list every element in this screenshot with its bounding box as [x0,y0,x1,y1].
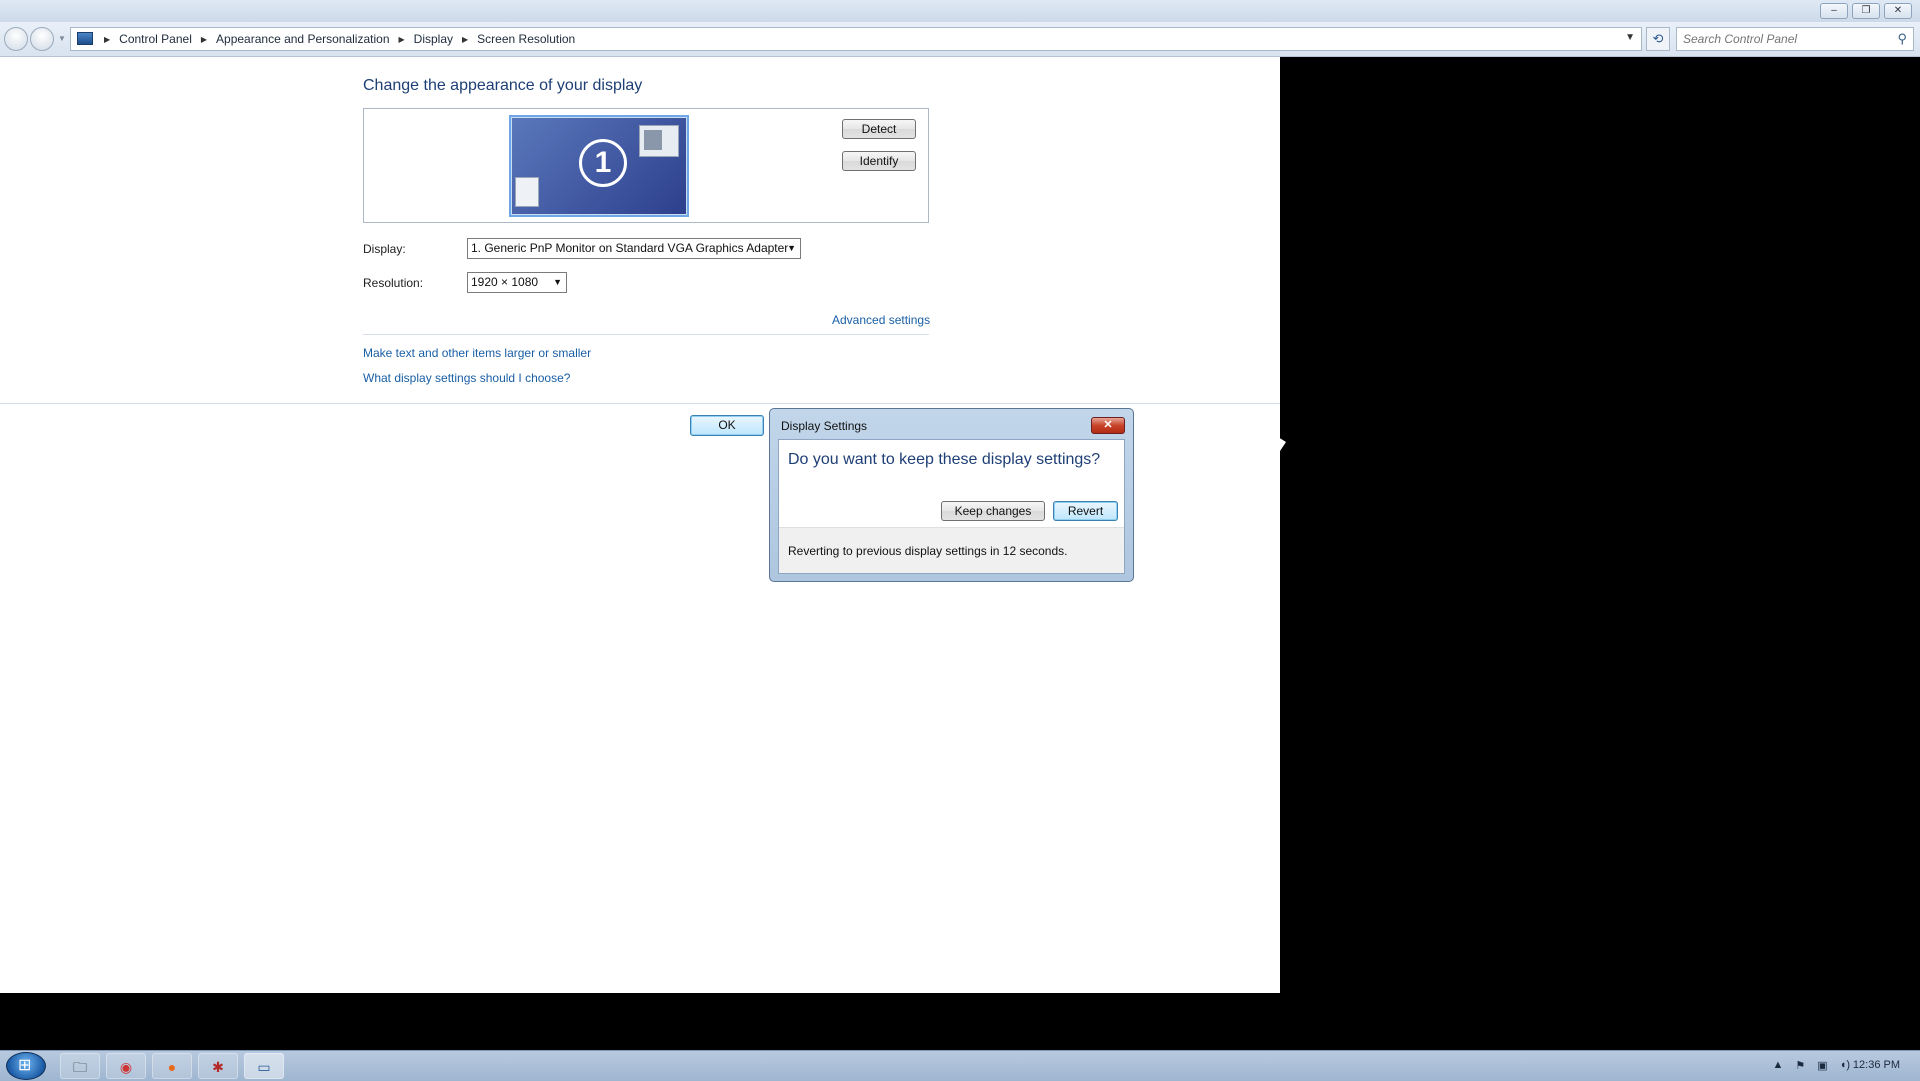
chevron-down-icon: ▼ [787,243,796,253]
display-select-value: 1. Generic PnP Monitor on Standard VGA G… [471,241,789,255]
breadcrumb-control-panel[interactable]: Control Panel [119,32,192,46]
resolution-select-value: 1920 × 1080 [471,275,539,289]
clock[interactable]: 12:36 PM [1853,1059,1900,1071]
breadcrumb-screen-resolution[interactable]: Screen Resolution [477,32,575,46]
forward-button[interactable] [30,27,54,51]
revert-countdown-text: Reverting to previous display settings i… [788,544,1068,558]
taskbar-app-icon[interactable]: ✱ [198,1053,238,1079]
breadcrumb[interactable]: ▶ Control Panel ▶ Appearance and Persona… [70,27,1642,51]
recent-pages-dropdown-icon[interactable]: ▼ [58,34,66,43]
breadcrumb-separator-icon[interactable]: ▶ [201,35,207,44]
taskbar: 🗀 ◉ ● ✱ ▭ ▲ ⚑ ▣ ◖) 12:36 PM [0,1050,1920,1081]
display-settings-dialog: Display Settings ✕ Do you want to keep t… [769,408,1134,582]
keep-changes-button[interactable]: Keep changes [941,501,1045,521]
minimize-button[interactable]: – [1820,3,1848,19]
mouse-cursor-icon [1278,437,1286,454]
dialog-question: Do you want to keep these display settin… [788,451,1101,468]
chevron-down-icon: ▼ [553,277,562,287]
refresh-button[interactable]: ⟲ [1646,27,1670,51]
network-icon[interactable]: ▣ [1817,1059,1827,1072]
revert-button[interactable]: Revert [1053,501,1118,521]
system-tray: ▲ ⚑ ▣ ◖) [1773,1059,1850,1072]
resolution-label: Resolution: [363,276,424,290]
window-thumbnail-icon [639,125,679,157]
breadcrumb-separator-icon[interactable]: ▶ [399,35,405,44]
dialog-body: Do you want to keep these display settin… [778,439,1125,574]
taskbar-display-icon[interactable]: ▭ [244,1053,284,1079]
taskbar-folder-icon[interactable]: 🗀 [60,1053,100,1079]
search-icon[interactable]: ⚲ [1897,31,1907,47]
breadcrumb-appearance[interactable]: Appearance and Personalization [216,32,389,46]
tower-thumbnail-icon [515,177,539,207]
identify-button[interactable]: Identify [842,151,916,171]
refresh-icon: ⟲ [1652,31,1664,46]
dialog-close-button[interactable]: ✕ [1091,417,1125,434]
window-titlebar: – ❐ ✕ [0,0,1920,23]
start-button[interactable] [6,1052,46,1080]
advanced-settings-link[interactable]: Advanced settings [832,313,930,327]
back-button[interactable] [4,27,28,51]
display-select[interactable]: 1. Generic PnP Monitor on Standard VGA G… [467,238,801,259]
dialog-title: Display Settings [781,419,868,433]
breadcrumb-separator-icon[interactable]: ▶ [462,35,468,44]
control-panel-icon [77,32,93,45]
dialog-footer: Reverting to previous display settings i… [779,527,1124,573]
show-hidden-icons-icon[interactable]: ▲ [1773,1059,1784,1072]
search-box[interactable]: ⚲ [1676,27,1914,51]
resolution-select[interactable]: 1920 × 1080 ▼ [467,272,567,293]
monitor-number: 1 [579,139,627,187]
footer-divider [0,403,1280,404]
display-label: Display: [363,242,406,256]
taskbar-firefox-icon[interactable]: ● [152,1053,192,1079]
volume-icon[interactable]: ◖) [1840,1059,1850,1072]
taskbar-chrome-icon[interactable]: ◉ [106,1053,146,1079]
monitor-1-thumbnail[interactable]: 1 [509,115,689,217]
close-icon: ✕ [1103,419,1113,431]
breadcrumb-display[interactable]: Display [414,32,453,46]
address-dropdown-icon[interactable]: ▼ [1625,32,1635,43]
address-bar: ▼ ▶ Control Panel ▶ Appearance and Perso… [0,22,1920,57]
breadcrumb-separator-icon[interactable]: ▶ [104,35,110,44]
text-size-link[interactable]: Make text and other items larger or smal… [363,346,591,360]
action-center-flag-icon[interactable]: ⚑ [1795,1059,1805,1072]
search-input[interactable] [1681,30,1885,48]
monitor-preview-area: 1 Detect Identify [363,108,929,223]
restore-button[interactable]: ❐ [1852,3,1880,19]
which-settings-link[interactable]: What display settings should I choose? [363,371,570,385]
close-window-button[interactable]: ✕ [1884,3,1912,19]
page-title: Change the appearance of your display [363,77,643,94]
ok-button[interactable]: OK [690,415,764,436]
divider [363,334,929,335]
window-controls: – ❐ ✕ [1820,3,1912,19]
detect-button[interactable]: Detect [842,119,916,139]
